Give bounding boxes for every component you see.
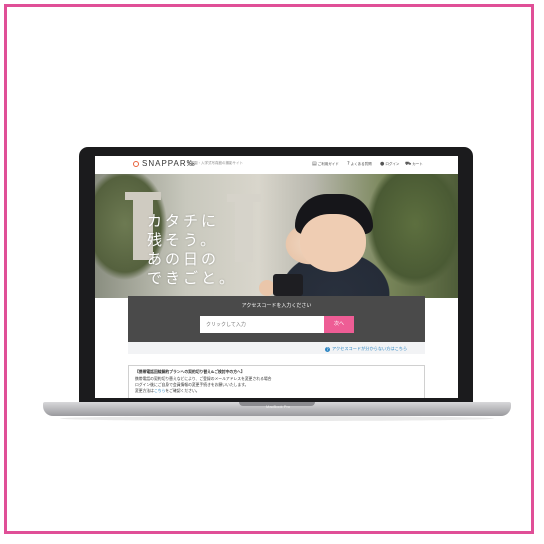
stone-lantern-2 [235,202,253,262]
notice-link[interactable]: こちら [154,388,165,393]
notice-line-3: 変更方法はこちらをご確認ください。 [135,388,200,394]
hero-line-2: 残そう。 [147,231,219,249]
notice-line-3-suffix: をご確認ください。 [165,388,200,393]
nav-login[interactable]: ● ログイン [380,161,399,167]
user-icon: ● [380,161,385,167]
nav-cart-label: カート [412,162,423,166]
nav-guide-label: ご利用ガイド [317,161,339,166]
hero-line-1: カタチに [147,212,220,230]
hero-line-3: あの日の [147,250,220,268]
nav-guide[interactable]: ▤ ご利用ガイド [312,161,339,167]
nav-cart[interactable]: ⛟ カート [405,161,423,168]
nav-faq-label: よくある質問 [350,161,372,166]
cart-icon: ⛟ [405,161,412,167]
book-icon: ▤ [312,161,317,167]
submit-button[interactable]: 次へ [324,316,354,333]
help-link-label: アクセスコードが分からない方はこちら [332,346,408,351]
question-icon: ? [347,161,350,167]
hero-copy: カタチに 残そう。 あの日の できごと。 [147,212,237,288]
notice-line-3-prefix: 変更方法は [135,388,154,393]
notice-heading: 【携帯電話回線解約プランへの契約切り替え&ご検討中の方へ】 [135,369,245,374]
site-tagline: 卒業園・入学式写真館の撮影サイト [187,161,243,165]
laptop-model-label: MacBook Pro [265,404,290,409]
stone-lantern-top-2 [227,194,261,202]
camera-icon [273,274,303,296]
nav-faq[interactable]: ? よくある質問 [347,161,372,167]
child-face [300,214,366,272]
access-code-title: アクセスコードを入力ください [241,303,312,309]
access-code-input[interactable] [200,316,324,333]
laptop-shadow [60,416,494,421]
info-icon: ? [325,346,330,352]
logo-ring-icon [133,161,139,167]
hero-line-4: できごと。 [147,269,238,287]
stone-lantern-top [125,192,161,200]
site-header: SNAPPAR‰ 卒業園・入学式写真館の撮影サイト ▤ ご利用ガイド ? よくあ… [95,156,458,174]
hero-photo: カタチに 残そう。 あの日の できごと。 [95,174,458,298]
help-link[interactable]: ? アクセスコードが分からない方はこちら [325,346,407,352]
laptop-screen: SNAPPAR‰ 卒業園・入学式写真館の撮影サイト ▤ ご利用ガイド ? よくあ… [95,156,458,398]
nav-login-label: ログイン [385,161,400,166]
